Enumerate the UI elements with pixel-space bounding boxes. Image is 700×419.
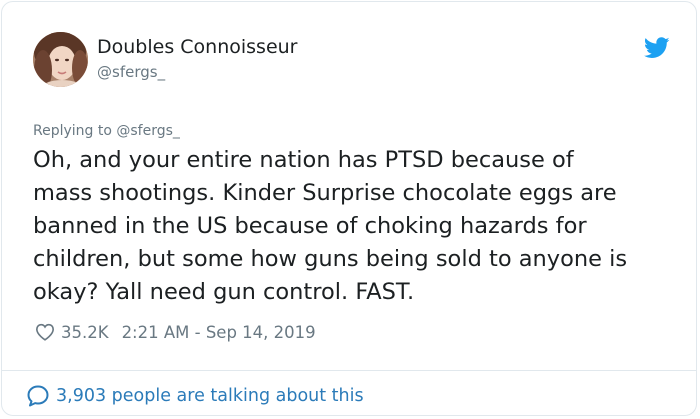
tweet-text-line: okay? Yall need gun control. FAST. <box>33 279 415 305</box>
tweet-text-line: mass shootings. Kinder Surprise chocolat… <box>33 180 617 206</box>
tweet-meta: 35.2K 2:21 AM - Sep 14, 2019 <box>35 320 316 344</box>
timestamp[interactable]: 2:21 AM - Sep 14, 2019 <box>122 323 316 342</box>
tweet-text: Oh, and your entire nation has PTSD beca… <box>33 144 683 309</box>
speech-bubble-icon <box>26 384 50 408</box>
display-name[interactable]: Doubles Connoisseur <box>97 35 297 59</box>
heart-icon[interactable] <box>35 323 55 341</box>
tweet-card: Doubles Connoisseur @sfergs_ Replying to… <box>1 1 697 416</box>
tweet-text-line: banned in the US because of choking haza… <box>33 213 587 239</box>
conversation-link[interactable]: 3,903 people are talking about this <box>26 383 364 409</box>
avatar[interactable] <box>33 32 88 87</box>
conversation-link-label: 3,903 people are talking about this <box>56 386 364 406</box>
like-count[interactable]: 35.2K <box>61 323 109 342</box>
divider <box>2 370 696 371</box>
twitter-bird-icon[interactable] <box>643 37 670 59</box>
tweet-text-line: children, but some how guns being sold t… <box>33 246 628 272</box>
replying-to[interactable]: Replying to @sfergs_ <box>33 121 180 141</box>
avatar-image <box>33 32 88 87</box>
user-handle[interactable]: @sfergs_ <box>97 62 165 82</box>
tweet-text-line: Oh, and your entire nation has PTSD beca… <box>33 147 574 173</box>
